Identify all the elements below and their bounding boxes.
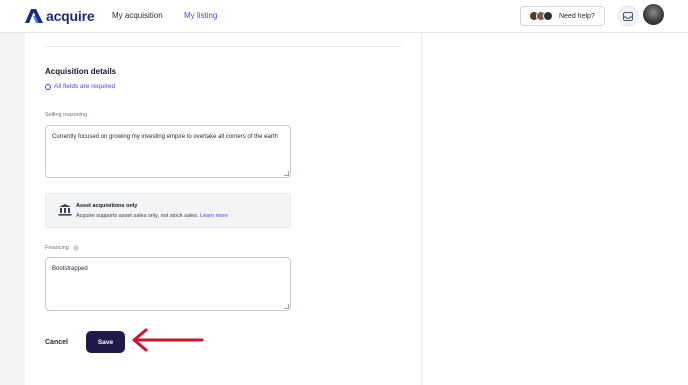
nav-my-listing[interactable]: My listing [184,11,217,20]
resize-handle-icon[interactable] [284,171,289,176]
selling-reasoning-label: Selling reasoning [45,112,87,118]
building-icon [58,204,72,216]
resize-handle-icon[interactable] [284,304,289,309]
financing-label-text: Financing [45,245,69,251]
acquire-logo[interactable]: acquire [25,8,95,24]
info-circle-icon [45,83,51,90]
learn-more-link[interactable]: Learn more [200,213,228,219]
side-panel [421,33,688,385]
selling-reasoning-value: Currently focused on growing my investin… [52,134,278,140]
need-help-label: Need help? [559,12,595,20]
brand-name: acquire [46,8,95,24]
selling-reasoning-textarea[interactable]: Currently focused on growing my investin… [45,125,291,178]
notice-title: Asset acquisitions only [76,203,138,209]
info-icon[interactable] [72,245,79,251]
user-avatar[interactable] [643,4,664,25]
inbox-button[interactable] [617,5,639,27]
financing-label: Financing [45,245,79,251]
notice-text: Acquire supports asset sales only, not s… [76,213,199,219]
asset-acquisition-notice: Asset acquisitions only Acquire supports… [45,193,291,228]
nav-my-acquisition[interactable]: My acquisition [112,11,163,20]
annotation-arrow-icon [132,328,204,352]
financing-value: Bootstrapped [52,266,88,272]
required-fields-note: All fields are required [45,83,115,90]
top-navigation-bar: acquire My acquisition My listing Need h… [0,0,688,33]
financing-textarea[interactable]: Bootstrapped [45,257,291,311]
cancel-button[interactable]: Cancel [45,339,68,346]
support-team-avatars [529,11,553,21]
save-button[interactable]: Save [86,331,125,353]
need-help-button[interactable]: Need help? [520,6,605,26]
acquire-logo-icon [25,9,43,23]
section-title: Acquisition details [45,67,117,76]
required-fields-text: All fields are required [54,83,116,90]
support-avatar [543,11,553,21]
selling-reasoning-label-text: Selling reasoning [45,112,88,118]
section-divider [45,46,401,47]
inbox-icon [623,11,633,21]
notice-text-row: Acquire supports asset sales only, not s… [76,213,228,219]
